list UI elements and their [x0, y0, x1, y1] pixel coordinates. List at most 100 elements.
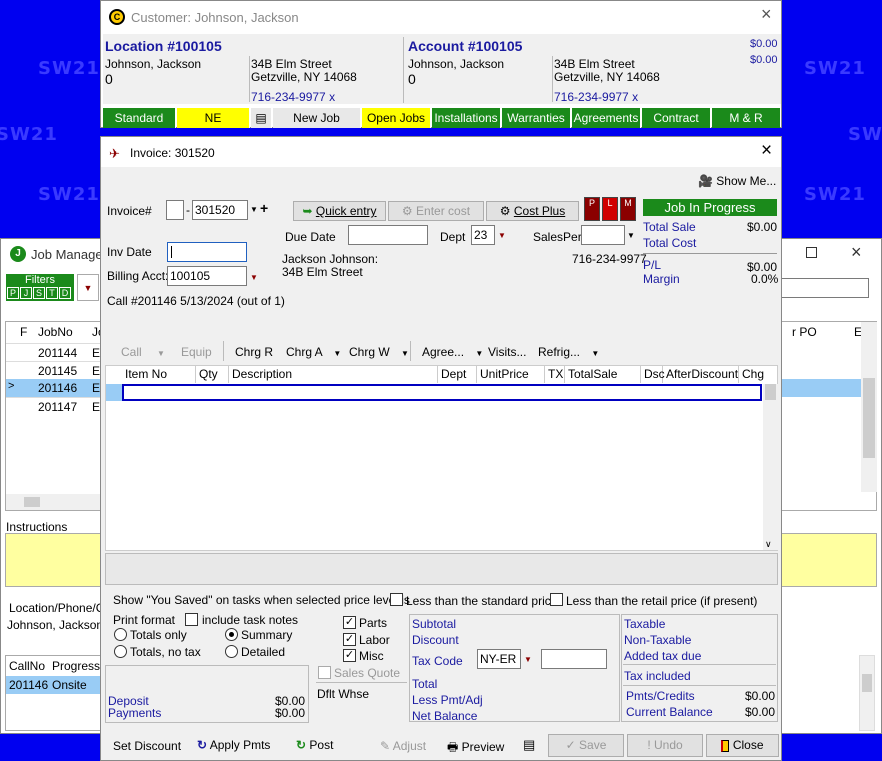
set-discount-button[interactable]: Set Discount: [113, 739, 181, 753]
tab-m-r[interactable]: M & R: [712, 108, 780, 128]
tax-code-input[interactable]: NY-ER: [477, 649, 521, 669]
close-icon[interactable]: ×: [851, 242, 862, 263]
invoice-plus-button[interactable]: +: [260, 200, 268, 216]
instructions-box-right[interactable]: [781, 533, 877, 587]
billing-acct-input[interactable]: 100105: [167, 266, 247, 286]
filters-panel[interactable]: Filters P J S T D: [6, 274, 74, 301]
tab-installations[interactable]: Installations: [432, 108, 501, 128]
preview-button[interactable]: 🖶 Preview: [447, 738, 504, 759]
tab-ne[interactable]: NE: [177, 108, 250, 128]
notes-bar[interactable]: [105, 553, 778, 585]
chrg-r-button[interactable]: Chrg R: [235, 345, 273, 359]
apply-pmts-label: Apply Pmts: [209, 738, 271, 752]
location-zero: 0: [105, 71, 113, 87]
post-button[interactable]: ↻ Post: [296, 738, 333, 752]
search-input[interactable]: [781, 278, 869, 298]
visits-button[interactable]: Visits...: [488, 345, 526, 359]
labor-checkbox[interactable]: ✓: [343, 633, 356, 646]
close-icon[interactable]: ×: [761, 4, 772, 25]
tab-contract[interactable]: Contract: [642, 108, 711, 128]
tax-amount-input[interactable]: [541, 649, 607, 669]
invoice-prefix-input[interactable]: [166, 200, 184, 220]
show-me-button[interactable]: 🎥 Show Me...: [698, 174, 776, 188]
include-task-notes-checkbox[interactable]: [185, 613, 198, 626]
calls-scrollbar[interactable]: [859, 655, 875, 731]
salesper-dropdown[interactable]: [626, 226, 636, 246]
watermark: SW21: [804, 184, 866, 205]
notes-icon[interactable]: ▤: [523, 737, 535, 753]
tab-open-jobs[interactable]: Open Jobs: [362, 108, 431, 128]
totals-no-tax-radio[interactable]: [114, 645, 127, 658]
filter-t[interactable]: T: [46, 287, 58, 299]
location-phone[interactable]: 716-234-9977 x: [251, 90, 335, 104]
apply-pmts-button[interactable]: ↻ Apply Pmts: [197, 738, 270, 752]
plm-p-button[interactable]: P: [584, 197, 600, 221]
vertical-scrollbar[interactable]: [861, 322, 877, 492]
undo-icon: !: [647, 738, 651, 752]
less-retail-checkbox[interactable]: [550, 593, 563, 606]
detailed-radio[interactable]: [225, 645, 238, 658]
table-row[interactable]: 201147 El: [6, 397, 103, 415]
instructions-label: Instructions: [6, 520, 68, 534]
totals-only-radio[interactable]: [114, 628, 127, 641]
tab-warranties[interactable]: Warranties: [502, 108, 571, 128]
chrg-w-button[interactable]: Chrg W ▼: [349, 345, 409, 359]
scroll-down-icon[interactable]: ∨: [765, 539, 772, 550]
cost-plus-button[interactable]: ⚙ Cost Plus: [486, 201, 579, 221]
invoice-number-input[interactable]: 301520: [192, 200, 248, 220]
invoice-dropdown[interactable]: [249, 200, 259, 220]
parts-checkbox[interactable]: ✓: [343, 616, 356, 629]
account-header[interactable]: Account #100105: [408, 38, 522, 54]
row-selector[interactable]: [106, 384, 122, 401]
tab-new-job[interactable]: New Job: [273, 108, 361, 128]
filter-j[interactable]: J: [20, 287, 32, 299]
summary-radio[interactable]: [225, 628, 238, 641]
billing-acct-dropdown[interactable]: [249, 268, 259, 288]
filter-s[interactable]: S: [33, 287, 45, 299]
new-line-row[interactable]: [122, 384, 762, 401]
plm-l-button[interactable]: L: [602, 197, 618, 221]
salesper-input[interactable]: [581, 225, 625, 245]
instructions-box[interactable]: [5, 533, 101, 587]
plm-m-button[interactable]: M: [620, 197, 636, 221]
agree-button[interactable]: Agree... ▼: [422, 345, 483, 359]
due-date-input[interactable]: [348, 225, 428, 245]
quick-entry-button[interactable]: ➥ Quick entry: [293, 201, 386, 221]
misc-checkbox[interactable]: ✓: [343, 649, 356, 662]
dept-dropdown[interactable]: [497, 226, 507, 246]
tax-code-dropdown[interactable]: [523, 650, 533, 670]
filter-dropdown[interactable]: ▼: [77, 274, 99, 301]
horizontal-scrollbar[interactable]: [6, 494, 102, 510]
chrg-a-button[interactable]: Chrg A ▼: [286, 345, 341, 359]
tab-agreements[interactable]: Agreements: [572, 108, 641, 128]
job-status-badge[interactable]: Job In Progress: [643, 199, 777, 216]
table-row[interactable]: 201145 El: [6, 361, 103, 379]
chevron-down-icon: ▼: [591, 349, 600, 358]
maximize-icon[interactable]: [806, 247, 817, 258]
account-phone[interactable]: 716-234-9977 x: [554, 90, 638, 104]
call-no: 201146: [9, 678, 49, 692]
balance-1: $0.00: [750, 38, 778, 50]
table-row[interactable]: 201144 El: [6, 343, 103, 361]
you-saved-label: Show "You Saved" on tasks when selected …: [113, 593, 410, 607]
tab-notes-icon[interactable]: ▤: [251, 108, 272, 128]
close-button[interactable]: Close: [706, 734, 779, 757]
dept-input[interactable]: 23: [471, 225, 495, 245]
less-standard-checkbox[interactable]: [390, 593, 403, 606]
refrig-button[interactable]: Refrig... ▼: [538, 345, 599, 359]
equip-button: Equip: [181, 345, 212, 359]
camera-icon: 🎥: [698, 174, 713, 188]
filter-p[interactable]: P: [7, 287, 19, 299]
location-header[interactable]: Location #100105: [105, 38, 222, 54]
col-item-no: Item No: [122, 366, 196, 383]
current-balance-label: Current Balance: [626, 705, 713, 719]
call-row[interactable]: 201146 Onsite: [6, 676, 102, 694]
tab-standard[interactable]: Standard: [103, 108, 176, 128]
margin-label: Margin: [643, 272, 680, 286]
grid-scrollbar[interactable]: ∨: [763, 384, 778, 550]
invoice-dash: -: [186, 203, 190, 217]
inv-date-input[interactable]: [167, 242, 247, 262]
subtotal-label: Subtotal: [412, 617, 457, 631]
filter-d[interactable]: D: [59, 287, 71, 299]
close-icon[interactable]: ×: [761, 140, 772, 162]
